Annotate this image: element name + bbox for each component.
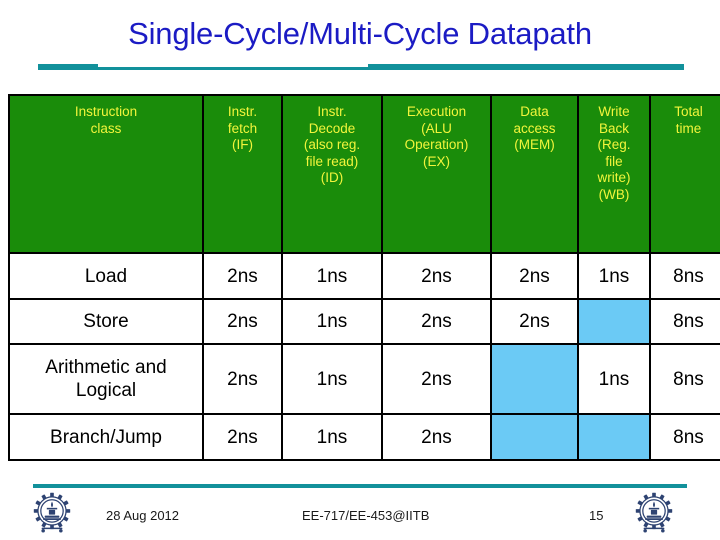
cell-data-access: 2ns <box>490 298 579 345</box>
column-header-line: file read) <box>305 153 359 169</box>
cell-instr-decode: 1ns <box>281 413 383 461</box>
cell-total-time: 8ns <box>649 343 720 415</box>
column-header-line: (also reg. <box>303 137 361 152</box>
cell-execution: 2ns <box>381 252 492 300</box>
cell-line: Arithmetic and <box>45 357 167 378</box>
cell-data-access: 2ns <box>490 252 579 300</box>
cell-data-access-empty <box>490 413 579 461</box>
footer-divider <box>33 484 687 488</box>
cell-instruction-class: Arithmetic and Logical <box>8 343 204 415</box>
cell-instruction-class: Branch/Jump <box>8 413 204 461</box>
table-row: Load 2ns 1ns 2ns 2ns 1ns 8ns <box>8 252 720 300</box>
column-header-instr-decode: Instr. Decode (also reg. file read) (ID) <box>281 94 383 254</box>
column-header-line: file <box>605 153 623 169</box>
table-header-row: Instruction class Instr. fetch (IF) Instr. D… <box>8 94 720 254</box>
column-header-line: Decode <box>308 120 356 136</box>
cell-line: Branch/Jump <box>50 426 162 448</box>
column-header-execution: Execution (ALU Operation) (EX) <box>381 94 492 254</box>
column-header-total-time: Total time <box>649 94 720 254</box>
cell-write-back: 1ns <box>577 343 651 415</box>
cell-data-access-empty <box>490 343 579 415</box>
column-header-instruction-class: Instruction class <box>8 94 204 254</box>
title-divider-notch <box>98 64 368 67</box>
column-header-line: (Reg. <box>597 137 631 152</box>
column-header-line: Back <box>598 120 629 136</box>
footer-date: 28 Aug 2012 <box>106 508 180 523</box>
column-header-line: (IF) <box>232 137 253 152</box>
column-header-line: class <box>90 120 122 136</box>
slide-number: 15 <box>589 508 604 523</box>
cell-instruction-class: Store <box>8 298 204 345</box>
column-header-data-access: Data access (MEM) <box>490 94 579 254</box>
column-header-line: Instruction <box>74 104 138 119</box>
cell-execution: 2ns <box>381 413 492 461</box>
cell-instr-decode: 1ns <box>281 252 383 300</box>
cell-total-time: 8ns <box>649 252 720 300</box>
column-header-line: (ALU <box>421 120 452 136</box>
cell-total-time: 8ns <box>649 298 720 345</box>
column-header-line: Data <box>520 104 549 119</box>
cell-instr-fetch: 2ns <box>202 343 283 415</box>
instruction-timing-table: Instruction class Instr. fetch (IF) Instr. D… <box>8 94 720 461</box>
cell-instr-decode: 1ns <box>281 343 383 415</box>
column-header-write-back: Write Back (Reg. file write) (WB) <box>577 94 651 254</box>
footer-course-label: EE-717/EE-453@IITB <box>302 508 430 523</box>
cell-instr-decode: 1ns <box>281 298 383 345</box>
cell-total-time: 8ns <box>649 413 720 461</box>
iitb-gear-logo-icon <box>635 492 673 533</box>
cell-write-back: 1ns <box>577 252 651 300</box>
page-title: Single-Cycle/Multi-Cycle Datapath <box>128 16 592 51</box>
column-header-line: Operation) <box>404 137 469 152</box>
cell-line: Store <box>83 311 129 332</box>
column-header-line: write) <box>597 170 631 185</box>
cell-line: Load <box>84 265 128 287</box>
cell-write-back-empty <box>577 298 651 345</box>
table-body: Load 2ns 1ns 2ns 2ns 1ns 8ns Store 2ns 1ns 2ns 2ns 8… <box>8 252 720 461</box>
column-header-line: Write <box>598 104 630 119</box>
column-header-line: access <box>513 120 556 136</box>
cell-execution: 2ns <box>381 343 492 415</box>
column-header-instr-fetch: Instr. fetch (IF) <box>202 94 283 254</box>
cell-instr-fetch: 2ns <box>202 252 283 300</box>
cell-write-back-empty <box>577 413 651 461</box>
column-header-line: time <box>675 120 702 136</box>
cell-execution: 2ns <box>381 298 492 345</box>
table-row: Store 2ns 1ns 2ns 2ns 8ns <box>8 298 720 345</box>
column-header-line: (MEM) <box>514 137 555 152</box>
column-header-line: (ID) <box>320 170 344 185</box>
column-header-line: (WB) <box>598 186 630 202</box>
cell-line: Logical <box>75 380 137 401</box>
column-header-line: Instr. <box>317 104 347 119</box>
column-header-line: Total <box>674 104 703 119</box>
cell-instr-fetch: 2ns <box>202 298 283 345</box>
table-row: Branch/Jump 2ns 1ns 2ns 8ns <box>8 413 720 461</box>
column-header-line: Execution <box>406 104 467 119</box>
cell-instr-fetch: 2ns <box>202 413 283 461</box>
table-row: Arithmetic and Logical 2ns 1ns 2ns 1ns 8ns <box>8 343 720 415</box>
iitb-gear-logo-icon <box>33 492 71 533</box>
column-header-line: fetch <box>227 120 258 136</box>
column-header-line: (EX) <box>423 153 450 169</box>
cell-instruction-class: Load <box>8 252 204 300</box>
column-header-line: Instr. <box>227 104 258 119</box>
